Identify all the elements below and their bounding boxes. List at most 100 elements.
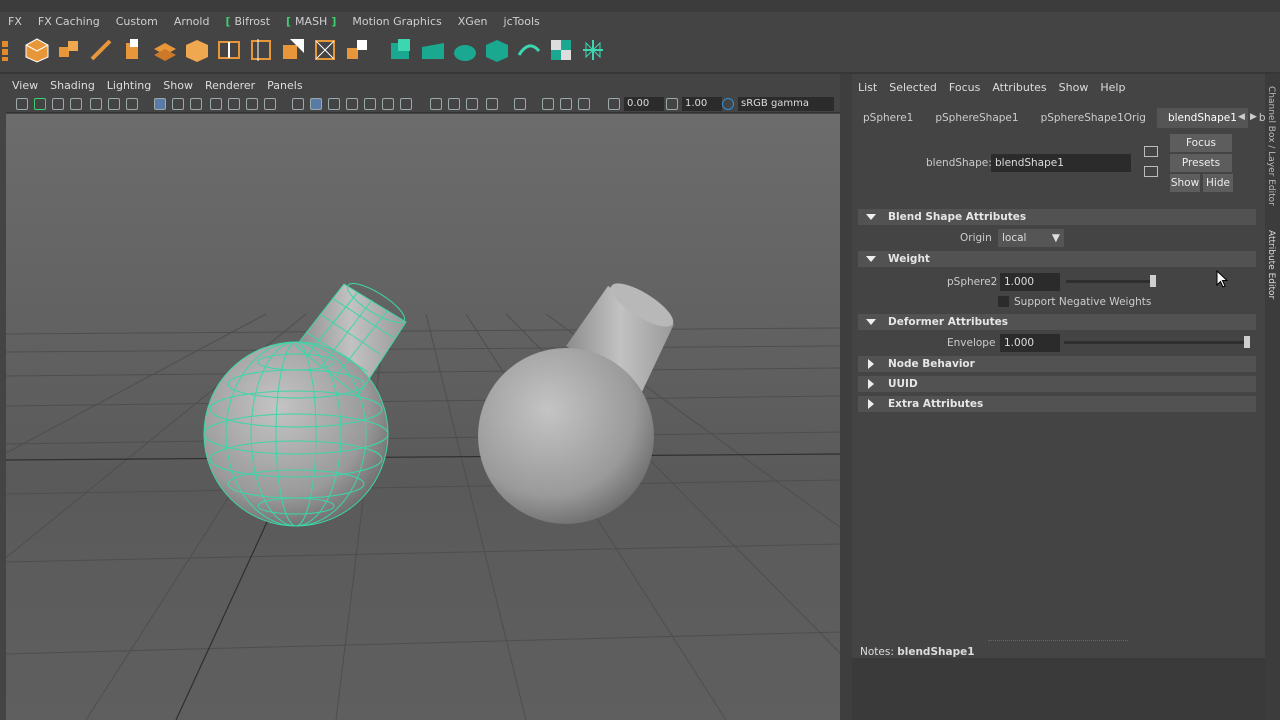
wireframe-shading-icon[interactable] [292,98,304,110]
tab-psphereshape1[interactable]: pSphereShape1 [924,108,1029,128]
node-name-field[interactable]: blendShape1 [991,154,1131,172]
insert-edge-loop-icon[interactable] [216,37,242,63]
shelf-tab-arnold[interactable]: Arnold [166,12,218,32]
ae-menu-help[interactable]: Help [1094,78,1131,98]
presets-button[interactable]: Presets [1170,154,1232,172]
shadows-icon[interactable] [400,98,412,110]
ae-menu-selected[interactable]: Selected [883,78,943,98]
grid-tool-icon[interactable] [0,37,26,63]
exposure-field[interactable]: 0.00 [624,97,664,111]
motion-blur-icon[interactable] [448,98,460,110]
isolate-select-icon[interactable] [514,98,526,110]
ae-menu-list[interactable]: List [852,78,883,98]
side-tab-channel-box[interactable]: Channel Box / Layer Editor [1266,86,1276,206]
uv-planar-icon[interactable] [420,37,446,63]
tab-scroll-right-icon[interactable]: ▶ [1250,112,1257,122]
shelf-tab-motion-graphics[interactable]: Motion Graphics [344,12,449,32]
uv-cylinder-icon[interactable] [452,37,478,63]
screen-space-ao-icon[interactable] [430,98,442,110]
uv-sphere-icon[interactable] [484,37,510,63]
color-space-field[interactable]: sRGB gamma [738,97,834,111]
bevel-tool-icon[interactable] [88,37,114,63]
combine-icon[interactable] [56,37,82,63]
textured-icon[interactable] [364,98,376,110]
gamma-icon[interactable] [666,98,678,110]
viewport-menu-renderer[interactable]: Renderer [199,78,261,94]
xray-joints-icon[interactable] [560,98,572,110]
field-chart-icon[interactable] [228,98,240,110]
section-blend-shape-attributes[interactable]: Blend Shape Attributes [858,209,1256,225]
grease-pencil-icon[interactable] [90,98,102,110]
section-deformer-attributes[interactable]: Deformer Attributes [858,314,1256,330]
tab-scroll-left-icon[interactable]: ◀ [1238,112,1245,122]
panel-divider[interactable] [840,74,852,720]
section-extra-attributes[interactable]: Extra Attributes [858,396,1256,412]
side-tab-attribute-editor[interactable]: Attribute Editor [1266,230,1276,299]
2d-pan-zoom-icon[interactable] [108,98,120,110]
shelf-tab-xgen[interactable]: XGen [450,12,496,32]
mirror-icon[interactable] [312,37,338,63]
target-shape-mesh[interactable] [478,276,679,524]
gamma-field[interactable]: 1.00 [682,97,722,111]
depth-of-field-icon[interactable] [486,98,498,110]
uv-unfold-icon[interactable] [516,37,542,63]
exposure-icon[interactable] [608,98,620,110]
polygon-cube-icon[interactable] [24,37,50,63]
section-weight[interactable]: Weight [858,251,1256,267]
bookmark-icon[interactable] [52,98,64,110]
psphere2-weight-field[interactable]: 1.000 [1000,273,1060,291]
viewport-menu-lighting[interactable]: Lighting [101,78,157,94]
envelope-slider-track[interactable] [1064,341,1250,344]
envelope-slider-handle[interactable] [1244,336,1250,348]
anti-aliasing-icon[interactable] [466,98,478,110]
tab-psphereshape1orig[interactable]: pSphereShape1Orig [1030,108,1157,128]
section-uuid[interactable]: UUID [858,376,1256,392]
multi-cut-icon[interactable] [248,37,274,63]
shelf-tab-fx-caching[interactable]: FX Caching [30,12,108,32]
ae-menu-show[interactable]: Show [1053,78,1095,98]
wireframe-on-shaded-icon[interactable] [346,98,358,110]
notes-text-area[interactable] [852,658,1265,720]
uv-editor-icon[interactable] [388,37,414,63]
uv-checker-icon[interactable] [548,37,574,63]
wireframe-toggle-icon[interactable] [154,98,166,110]
3d-viewport[interactable] [6,114,840,720]
separate-icon[interactable] [344,37,370,63]
ae-menu-attributes[interactable]: Attributes [986,78,1052,98]
safe-title-icon[interactable] [264,98,276,110]
psphere2-weight-slider-handle[interactable] [1150,275,1156,287]
image-plane-icon[interactable] [70,98,82,110]
gate-mask-icon[interactable] [210,98,222,110]
camera-attributes-icon[interactable] [34,98,46,110]
ae-menu-focus[interactable]: Focus [943,78,986,98]
envelope-field[interactable]: 1.000 [1000,334,1060,352]
viewport-menu-view[interactable]: View [6,78,44,94]
viewport-menu-shading[interactable]: Shading [44,78,101,94]
safe-action-icon[interactable] [246,98,258,110]
selected-sphere-mesh[interactable] [203,277,409,527]
box-icon[interactable] [184,37,210,63]
film-gate-icon[interactable] [172,98,184,110]
use-all-lights-icon[interactable] [382,98,394,110]
hide-button[interactable]: Hide [1203,174,1233,192]
default-material-icon[interactable] [328,98,340,110]
smooth-shading-icon[interactable] [310,98,322,110]
shelf-tab-jctools[interactable]: jcTools [496,12,548,32]
load-output-icon[interactable] [1144,166,1158,177]
shelf-tab-custom[interactable]: Custom [108,12,166,32]
xray-icon[interactable] [542,98,554,110]
color-management-icon[interactable] [722,98,734,110]
camera-icon[interactable] [16,98,28,110]
load-input-icon[interactable] [1144,146,1158,157]
viewport-menu-show[interactable]: Show [157,78,199,94]
tab-psphere1[interactable]: pSphere1 [852,108,924,128]
shelf-tab-mash[interactable]: MASH [278,12,344,32]
booleans-icon[interactable] [280,37,306,63]
bridge-icon[interactable] [152,37,178,63]
support-negative-checkbox[interactable] [998,296,1009,307]
shelf-tab-fx[interactable]: FX [0,12,30,32]
resolution-gate-icon[interactable] [190,98,202,110]
section-node-behavior[interactable]: Node Behavior [858,356,1256,372]
psphere2-weight-slider-track[interactable] [1066,280,1156,283]
shelf-tab-bifrost[interactable]: Bifrost [217,12,278,32]
